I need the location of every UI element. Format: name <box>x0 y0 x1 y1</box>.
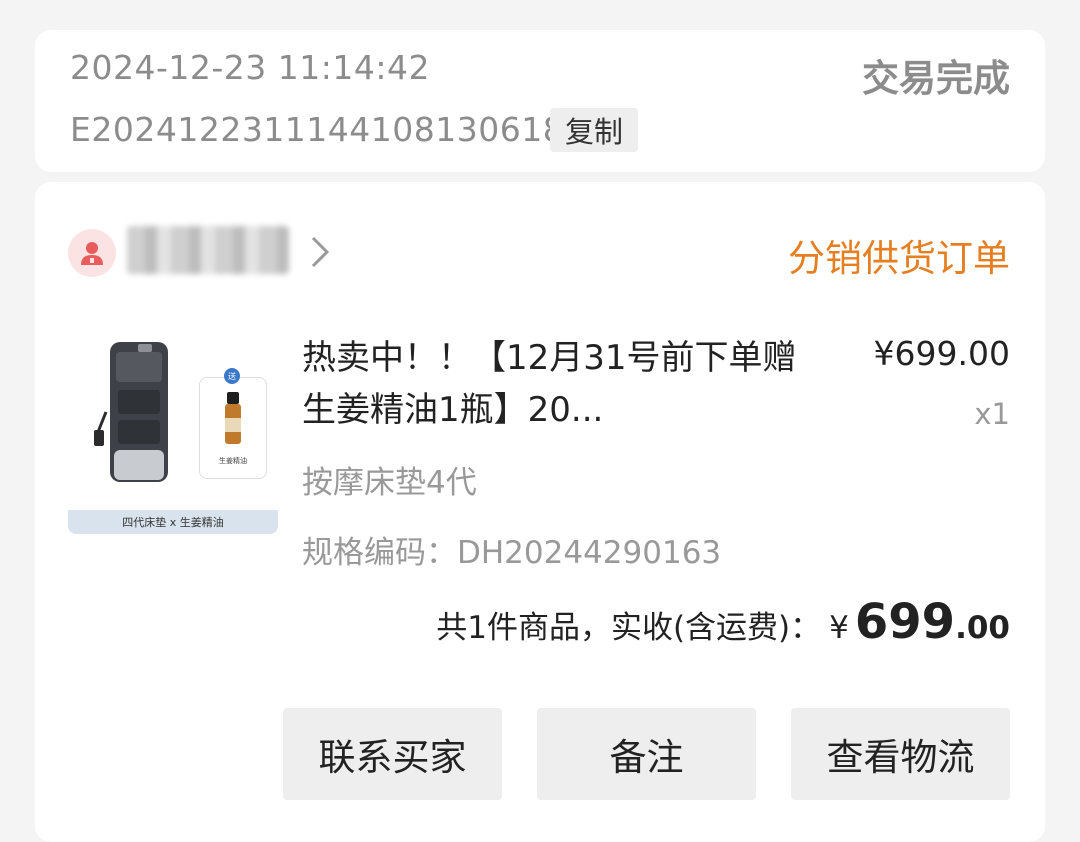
gift-badge: 送 <box>224 368 240 384</box>
summary-amount-int: 699 <box>854 594 956 650</box>
order-status: 交易完成 <box>862 57 1010 100</box>
summary-text: 共1件商品，实收(含运费)： <box>436 610 822 646</box>
summary-amount-dec: .00 <box>955 610 1010 646</box>
order-type-label: 分销供货订单 <box>788 237 1010 280</box>
oil-bottle-icon <box>225 392 241 444</box>
order-detail-card: 分销供货订单 送 生姜精油 四代床垫 x 生姜精油 热卖中！！【12月31号前下… <box>35 182 1045 842</box>
chevron-right-icon[interactable] <box>307 228 335 276</box>
product-price: ¥699.00 <box>873 334 1010 373</box>
buyer-avatar-icon <box>68 229 116 277</box>
summary-currency: ¥ <box>829 610 849 646</box>
copy-button[interactable]: 复制 <box>550 108 638 152</box>
product-title[interactable]: 热卖中！！【12月31号前下单赠生姜精油1瓶】20... <box>302 332 802 436</box>
image-caption: 四代床垫 x 生姜精油 <box>68 510 278 534</box>
product-sku: 规格编码：DH20244290163 <box>302 527 721 572</box>
remark-button[interactable]: 备注 <box>537 708 756 800</box>
product-quantity: x1 <box>974 397 1010 431</box>
order-summary: 共1件商品，实收(含运费)： ¥ 699 .00 <box>436 594 1010 650</box>
sku-value: DH20244290163 <box>457 535 722 571</box>
shop-name-blurred[interactable] <box>127 226 289 274</box>
product-image[interactable]: 送 生姜精油 四代床垫 x 生姜精油 <box>68 332 278 537</box>
contact-buyer-button[interactable]: 联系买家 <box>283 708 502 800</box>
gift-oil-card: 送 生姜精油 <box>199 368 267 479</box>
order-timestamp: 2024-12-23 11:14:42 <box>70 48 430 87</box>
order-header-card: 2024-12-23 11:14:42 交易完成 E20241223111441… <box>35 30 1045 172</box>
view-logistics-button[interactable]: 查看物流 <box>791 708 1010 800</box>
gift-label: 生姜精油 <box>219 457 247 465</box>
sku-label: 规格编码： <box>302 535 457 571</box>
order-number: E20241223111441081306181 <box>70 110 586 149</box>
product-variant: 按摩床垫4代 <box>302 465 477 501</box>
